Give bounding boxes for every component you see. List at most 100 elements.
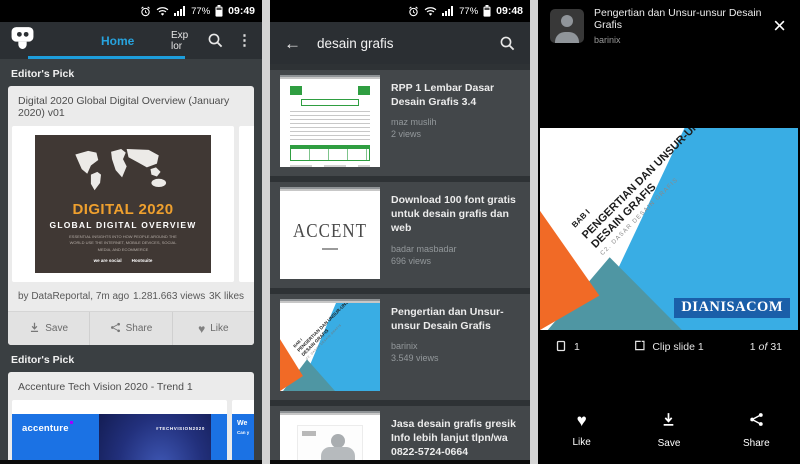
search-result-row[interactable]: Jasa desain grafis gresik Info lebih lan… (270, 406, 530, 464)
feed-card-accenture[interactable]: Accenture Tech Vision 2020 - Trend 1 acc… (8, 372, 254, 464)
clip-label: Clip slide 1 (652, 341, 704, 353)
result-text: Pengertian dan Unsur-unsur Desain Grafis… (380, 303, 520, 391)
alarm-icon (140, 5, 151, 17)
back-arrow-icon[interactable]: ← (284, 35, 301, 52)
screen-bottom-edge (0, 460, 262, 464)
avatar-person-icon-body (555, 32, 579, 43)
likes-count: 3K likes (208, 291, 244, 302)
screenshot-stage: 77% 09:49 Home Exp lor ⋮ Editor's Pick D… (0, 0, 800, 464)
doc-logos (290, 86, 370, 95)
slide-heading: DIGITAL 2020 (72, 200, 174, 218)
result-title[interactable]: RPP 1 Lembar Dasar Desain Grafis 3.4 (391, 81, 520, 109)
accent-caption-line (322, 247, 338, 250)
slide-carousel[interactable]: accenture #TECHVISION2020 The I in We Ca… (8, 400, 254, 464)
clip-slide-control[interactable]: Clip slide 1 (634, 340, 704, 354)
accenture-logo-mark (69, 421, 73, 424)
share-button[interactable]: Share (89, 312, 171, 345)
tab-explore[interactable]: Exp lor (171, 30, 197, 52)
tab-home[interactable]: Home (101, 34, 134, 48)
search-result-row[interactable]: ACCENT Download 100 font gratis untuk de… (270, 182, 530, 288)
clock-text: 09:48 (496, 5, 523, 17)
next-slide-peek[interactable]: We Can y (232, 400, 254, 464)
share-label: Share (125, 323, 153, 334)
doc-table (290, 145, 370, 161)
result-thumbnail-jasa[interactable] (280, 415, 380, 464)
result-author: maz muslih (391, 117, 437, 128)
panel-divider (262, 0, 270, 464)
hootsuite-logo: Hootsuite (131, 258, 153, 263)
save-button[interactable]: Save (8, 312, 89, 345)
next-slide-peek[interactable] (239, 126, 254, 282)
viewer-header: Pengertian dan Unsur-unsur Desain Grafis… (538, 0, 800, 52)
status-bar: 77% 09:49 (0, 0, 262, 22)
search-result-row[interactable]: RPP 1 Lembar Dasar Desain Grafis 3.4 maz… (270, 70, 530, 176)
search-input[interactable]: desain grafis (317, 36, 483, 51)
digital-2020-slide-image: DIGITAL 2020 GLOBAL DIGITAL OVERVIEW ESS… (35, 135, 211, 273)
screen-bottom-edge (270, 460, 530, 464)
result-author: barinix (391, 341, 418, 352)
accenture-slide-image: accenture #TECHVISION2020 The I in (12, 414, 227, 464)
share-icon (110, 322, 121, 336)
accenture-logo-text: accenture (22, 423, 69, 434)
panel-divider (530, 0, 538, 464)
hashtag-text: #TECHVISION2020 (155, 426, 205, 431)
slide-carousel[interactable]: DIGITAL 2020 GLOBAL DIGITAL OVERVIEW ESS… (8, 126, 254, 282)
wifi-icon (156, 6, 169, 16)
peek-line2: Can y (237, 430, 250, 435)
search-result-row[interactable]: BAB I PENGERTIAN DAN UNSUR-UNSUR DESAIN … (270, 294, 530, 400)
peek-line1: We (237, 420, 248, 427)
section-label-editors-pick-2: Editor's Pick (11, 354, 75, 366)
slides-count-control[interactable]: 1 (556, 340, 580, 355)
result-title[interactable]: Jasa desain grafis gresik Info lebih lan… (391, 417, 520, 460)
share-button[interactable]: Share (713, 396, 800, 464)
like-button[interactable]: ♥ Like (538, 396, 625, 464)
doc-text-lines (290, 111, 370, 141)
close-icon[interactable]: × (773, 15, 786, 37)
peek-slide-band: We Can y (232, 414, 254, 460)
result-views: 2 views (391, 129, 422, 140)
slideshare-logo-icon[interactable] (10, 26, 35, 55)
battery-percent: 77% (191, 5, 211, 17)
person-silhouette-head (331, 434, 345, 448)
watermark-badge: DIANISACOM (674, 298, 790, 318)
slide-current[interactable]: DIGITAL 2020 GLOBAL DIGITAL OVERVIEW ESS… (12, 126, 234, 282)
accent-typography: ACCENT (293, 219, 367, 241)
overflow-menu-icon[interactable]: ⋮ (237, 33, 252, 48)
battery-percent: 77% (459, 5, 479, 17)
save-button[interactable]: Save (625, 396, 712, 464)
card-title[interactable]: Accenture Tech Vision 2020 - Trend 1 (8, 372, 254, 400)
result-author: badar masbadar (391, 243, 457, 254)
avatar[interactable] (550, 9, 584, 43)
viewer-title-block: Pengertian dan Unsur-unsur Desain Grafis… (594, 7, 763, 45)
result-text: RPP 1 Lembar Dasar Desain Grafis 3.4 maz… (380, 79, 520, 167)
wearesocial-logo: we are social (93, 258, 122, 263)
viewer-author[interactable]: barinix (594, 35, 763, 45)
share-label: Share (742, 437, 770, 449)
like-button[interactable]: ♥ Like (171, 312, 254, 345)
battery-icon (215, 5, 223, 17)
slide-view[interactable]: BAB I PENGERTIAN DAN UNSUR-UNSUR DESAIN … (540, 128, 798, 330)
result-title[interactable]: Pengertian dan Unsur-unsur Desain Grafis (391, 305, 520, 333)
heart-icon: ♥ (576, 411, 587, 430)
portrait-photo (99, 414, 211, 464)
world-map-graphic (68, 145, 178, 202)
share-icon (749, 412, 764, 430)
result-title[interactable]: Download 100 font gratis untuk desain gr… (391, 193, 520, 236)
result-views: 696 views (391, 255, 432, 266)
search-icon[interactable] (207, 32, 224, 49)
result-text: Jasa desain grafis gresik Info lebih lan… (380, 415, 520, 464)
result-thumbnail-accent[interactable]: ACCENT (280, 191, 380, 279)
feed-card-digital-2020[interactable]: Digital 2020 Global Digital Overview (Ja… (8, 86, 254, 345)
jasa-inner-image (297, 425, 363, 464)
doc-footer-lines (290, 165, 370, 167)
byline-text[interactable]: by DataReportal, 7m ago (18, 291, 129, 302)
battery-icon (483, 5, 491, 17)
result-thumbnail-slide[interactable]: BAB I PENGERTIAN DAN UNSUR-UNSUR DESAIN … (280, 303, 380, 391)
page-total: 31 (770, 341, 782, 353)
heart-icon: ♥ (198, 321, 206, 336)
slide-current[interactable]: accenture #TECHVISION2020 The I in (12, 400, 227, 464)
result-thumbnail-document[interactable] (280, 79, 380, 167)
card-title[interactable]: Digital 2020 Global Digital Overview (Ja… (8, 86, 254, 126)
search-icon[interactable] (499, 35, 516, 52)
section-label-editors-pick-1: Editor's Pick (11, 68, 75, 80)
